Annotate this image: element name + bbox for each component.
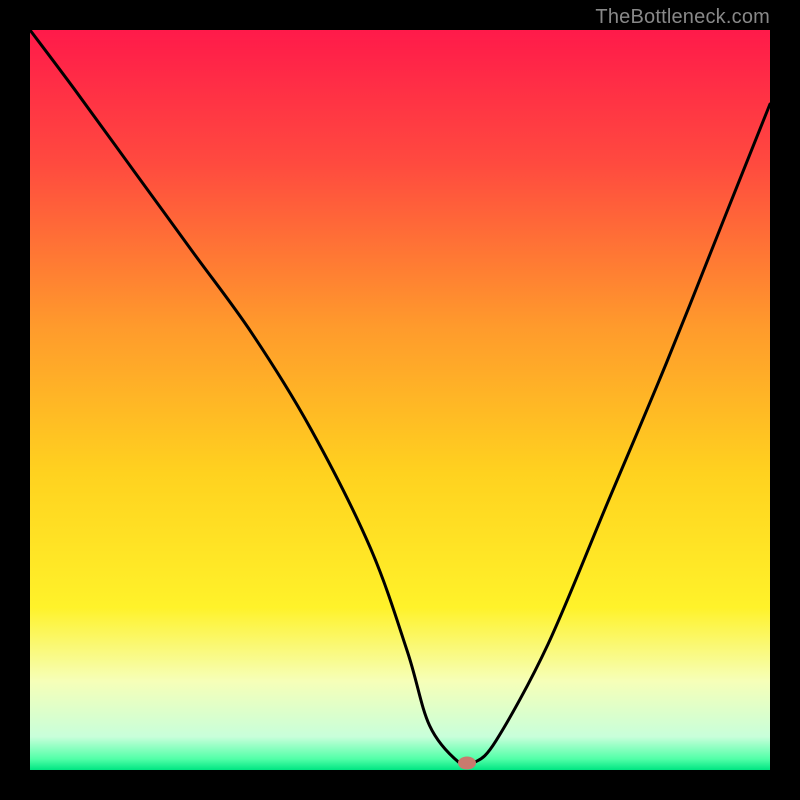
plot-area — [30, 30, 770, 770]
chart-frame: TheBottleneck.com — [0, 0, 800, 800]
bottleneck-curve — [30, 30, 770, 770]
optimal-point-marker — [458, 756, 476, 769]
watermark-text: TheBottleneck.com — [595, 6, 770, 29]
